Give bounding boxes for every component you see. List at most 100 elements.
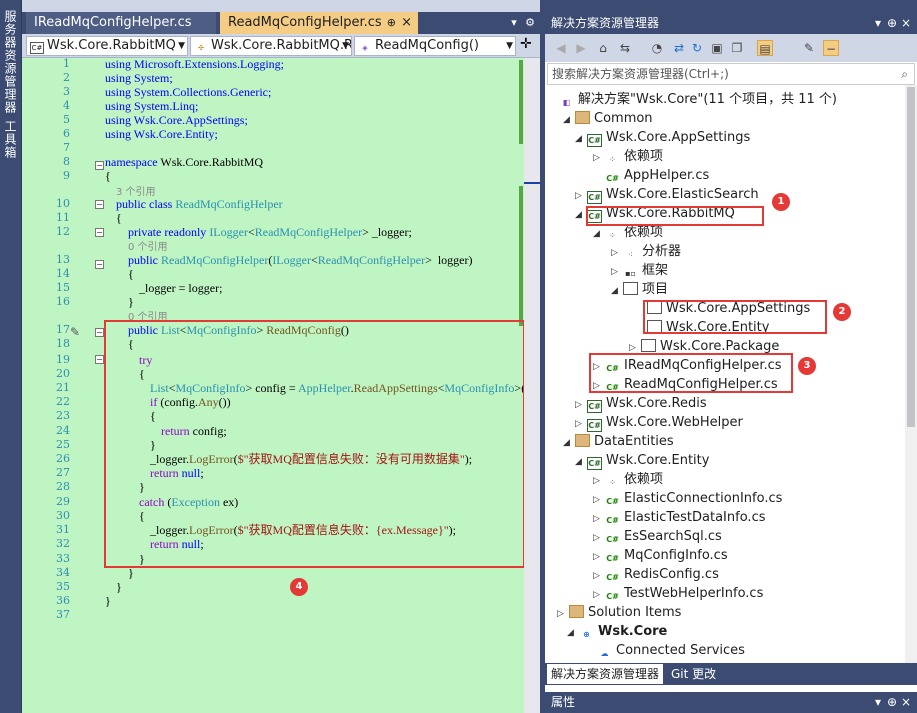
forward-icon[interactable]: ▶: [573, 40, 589, 56]
connected-services-icon: ☁: [600, 649, 609, 658]
tree-item-dependencies[interactable]: ▷ ⁘ 依赖项: [593, 147, 663, 166]
line-number: 1: [63, 57, 70, 70]
fold-toggle-icon[interactable]: −: [95, 161, 104, 170]
pin-icon[interactable]: ⊕: [887, 12, 897, 34]
show-all-files-icon[interactable]: ❐: [729, 40, 745, 56]
line-number: 6: [63, 127, 70, 140]
search-input[interactable]: 搜索解决方案资源管理器(Ctrl+;) ⌕: [547, 63, 915, 85]
tree-item-dependencies[interactable]: ▷ ⁘ 依赖项: [593, 470, 663, 489]
tree-item-file[interactable]: ▷ C# EsSearchSql.cs: [593, 527, 722, 546]
class-dropdown[interactable]: ✣ Wsk.Core.RabbitMQ.R ▼: [190, 36, 352, 56]
pending-changes-icon[interactable]: ◔: [649, 40, 665, 56]
close-icon[interactable]: ×: [901, 692, 911, 713]
tree-scrollbar[interactable]: [905, 85, 917, 685]
tree-item-analyzers[interactable]: ▷ ⁖ 分析器: [611, 242, 681, 261]
line-number: 2: [63, 71, 70, 84]
back-icon[interactable]: ◀: [553, 40, 569, 56]
tree-item-file[interactable]: C# AppHelper.cs: [605, 166, 709, 185]
tree-item-folder[interactable]: ◢ DataEntities: [563, 432, 674, 451]
solution-explorer-title: 解决方案资源管理器 ▾ ⊕ ×: [545, 12, 917, 34]
pencil-icon[interactable]: ✎: [70, 325, 80, 339]
tab-solution-explorer[interactable]: 解决方案资源管理器: [547, 664, 664, 684]
line-number: 24: [56, 424, 70, 437]
line-number: 5: [63, 113, 70, 126]
tree-item-file[interactable]: ▷ C# ElasticConnectionInfo.cs: [593, 489, 782, 508]
split-editor-icon[interactable]: ✛: [520, 36, 532, 52]
code-line: using Wsk.Core.AppSettings;: [105, 113, 248, 127]
refresh-icon[interactable]: ↻: [689, 40, 705, 56]
tree-item-connected-services[interactable]: ☁ Connected Services: [597, 641, 745, 660]
minus-icon[interactable]: −: [823, 40, 839, 56]
pin-icon[interactable]: ⊕: [887, 692, 897, 713]
fold-toggle-icon[interactable]: −: [95, 200, 104, 209]
tree-item-projects[interactable]: ◢ 项目: [611, 280, 668, 299]
tree-item-file[interactable]: ▷ C# TestWebHelperInfo.cs: [593, 584, 763, 603]
close-icon[interactable]: ×: [901, 12, 911, 34]
line-number: 26: [56, 452, 70, 465]
tree-item-project[interactable]: ▷ C# Wsk.Core.ElasticSearch: [575, 185, 759, 204]
line-number: 19: [56, 353, 70, 366]
tree-item-project[interactable]: ▷ C# Wsk.Core.Redis: [575, 394, 707, 413]
tree-item-folder[interactable]: ▷ Solution Items: [557, 603, 681, 622]
annotation-badge: 3: [798, 357, 816, 375]
fold-toggle-icon[interactable]: −: [95, 355, 104, 364]
dropdown-icon[interactable]: ▾: [875, 692, 881, 713]
sync-icon[interactable]: ⇄: [671, 40, 687, 56]
tab-git-changes[interactable]: Git 更改: [667, 664, 720, 684]
switch-views-icon[interactable]: ⇆: [617, 40, 633, 56]
chevron-down-icon: ▼: [506, 41, 513, 51]
properties-wrench-icon[interactable]: ✎: [801, 40, 817, 56]
line-number: 8: [63, 155, 70, 168]
expanded-arrow-icon: ◢: [575, 457, 582, 467]
caret-marker: [524, 182, 540, 184]
settings-gear-icon[interactable]: ⚙: [522, 12, 538, 34]
tab-ireadmqconfighelper[interactable]: IReadMqConfigHelper.cs: [26, 12, 216, 34]
tree-item-project[interactable]: ◢ C# Wsk.Core.AppSettings: [575, 128, 750, 147]
tree-item-solution[interactable]: ◧ 解决方案"Wsk.Core"(11 个项目，共 11 个): [559, 90, 837, 109]
codelens-ref[interactable]: 3 个引用: [116, 184, 156, 198]
pin-icon[interactable]: ⊕: [387, 12, 396, 34]
tree-item-file[interactable]: ▷ C# ElasticTestDataInfo.cs: [593, 508, 766, 527]
tree-item-project[interactable]: ▷ C# Wsk.Core.WebHelper: [575, 413, 743, 432]
tree-item-project[interactable]: ◢ C# Wsk.Core.Entity: [575, 451, 709, 470]
highlight-box-rabbitmq: [586, 206, 764, 226]
fold-toggle-icon[interactable]: −: [95, 260, 104, 269]
editor-scrollbar[interactable]: [524, 58, 540, 713]
tree-item-file[interactable]: ▷ C# MqConfigInfo.cs: [593, 546, 728, 565]
member-dropdown[interactable]: ◈ ReadMqConfig() ▼: [354, 36, 516, 56]
line-number: 23: [56, 409, 70, 422]
line-number: 36: [56, 594, 70, 607]
codelens-ref[interactable]: 0 个引用: [128, 239, 168, 253]
csharp-project-icon: C#: [587, 400, 602, 413]
chevron-down-icon: ▼: [178, 41, 185, 51]
tree-item-common[interactable]: ◢ Common: [563, 109, 653, 128]
collapse-all-icon[interactable]: ▣: [709, 40, 725, 56]
code-area[interactable]: 1 2 3 4 5 6 7 8 9 10 11 12 13 14 15 16 17 18 19 20 21 22 23 24 2…: [22, 57, 540, 713]
home-icon[interactable]: ⌂: [595, 40, 611, 56]
expanded-arrow-icon: ◢: [567, 628, 574, 638]
project-dropdown[interactable]: C# Wsk.Core.RabbitMQ ▼: [26, 36, 188, 56]
tab-dropdown-icon[interactable]: ▾: [506, 12, 522, 34]
search-icon: ⌕: [901, 67, 908, 81]
preview-selected-icon[interactable]: ▤: [757, 40, 773, 56]
tab-readmqconfighelper[interactable]: ReadMqConfigHelper.cs ⊕ ×: [220, 12, 418, 34]
code-line: using System.Collections.Generic;: [105, 85, 272, 99]
tree-item-frameworks[interactable]: ▷ ▪▫ 框架: [611, 261, 668, 280]
server-explorer-tab[interactable]: 服务器资源管理器: [2, 10, 19, 114]
tree-item-project[interactable]: ◢ ⊕ Wsk.Core: [567, 622, 667, 641]
code-line: }: [128, 295, 134, 309]
line-number: 14: [56, 267, 70, 280]
line-number: 12: [56, 225, 70, 238]
line-number: 4: [63, 99, 70, 112]
close-icon[interactable]: ×: [401, 12, 412, 34]
code-line: using System.Linq;: [105, 99, 199, 113]
scroll-thumb[interactable]: [907, 87, 915, 427]
solution-explorer: 解决方案资源管理器 ▾ ⊕ × ◀ ▶ ⌂ ⇆ ◔ ⇄ ↻ ▣ ❐ ▤ ✎ − …: [545, 12, 917, 713]
toolbox-tab[interactable]: 工具箱: [2, 120, 19, 159]
properties-title: 属性 ▾ ⊕ ×: [545, 692, 917, 713]
tree-item-file[interactable]: ▷ C# RedisConfig.cs: [593, 565, 719, 584]
dropdown-icon[interactable]: ▾: [875, 12, 881, 34]
fold-toggle-icon[interactable]: −: [95, 328, 104, 337]
code-line: {: [128, 267, 134, 281]
fold-toggle-icon[interactable]: −: [95, 228, 104, 237]
